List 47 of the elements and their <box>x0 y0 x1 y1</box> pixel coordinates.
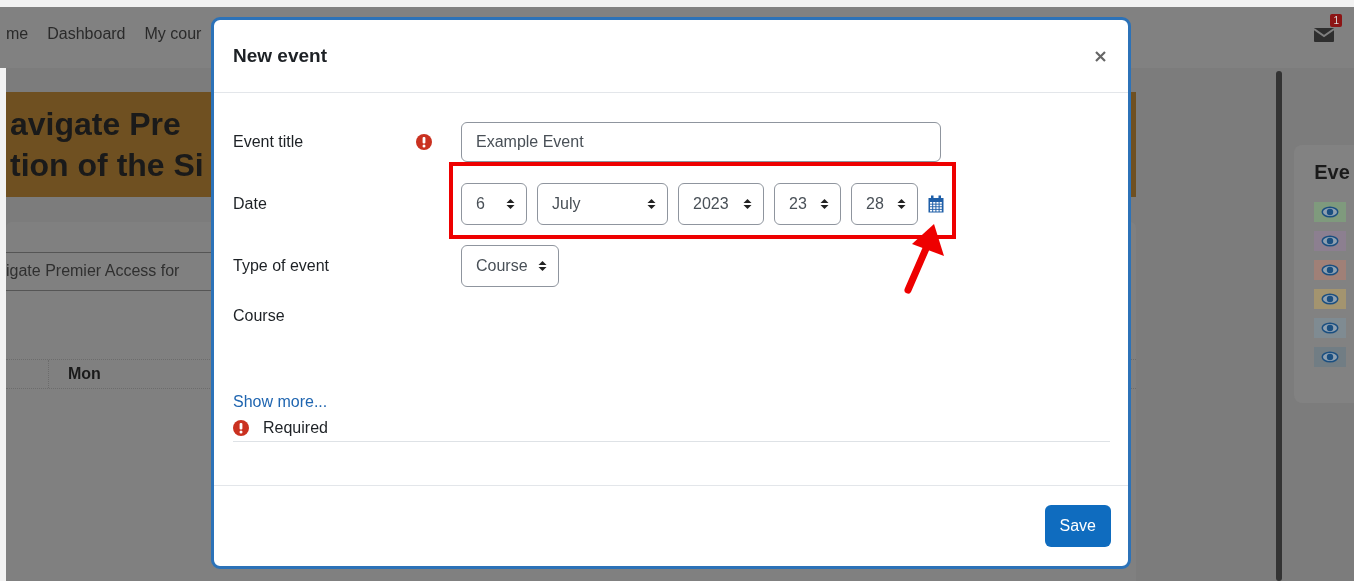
course-title: avigate Pre <box>10 104 181 144</box>
event-filter-toggle[interactable] <box>1314 289 1347 309</box>
required-legend: Required <box>263 419 328 437</box>
weekday-header: Mon <box>67 365 101 383</box>
date-select[interactable]: 23 <box>774 183 841 225</box>
required-icon <box>416 134 432 150</box>
eye-icon <box>1321 206 1340 218</box>
envelope-icon[interactable] <box>1314 25 1334 42</box>
dialog-title: New event <box>233 45 327 67</box>
event-type-select[interactable]: Course <box>461 245 559 287</box>
date-select[interactable]: 6 <box>461 183 527 225</box>
event-filter-toggle[interactable] <box>1314 318 1347 338</box>
updown-arrows-icon <box>897 198 906 210</box>
nav-link[interactable]: me <box>6 24 29 43</box>
event-filter-toggle[interactable] <box>1314 231 1347 251</box>
field-label: Event title <box>233 133 305 151</box>
show-more-link[interactable]: Show more... <box>233 393 1110 411</box>
nav-link[interactable]: Dashboard <box>47 24 126 43</box>
field-label: Date <box>233 195 268 213</box>
notification-badge: 1 <box>1330 13 1342 27</box>
event-filter-toggle[interactable] <box>1314 347 1347 367</box>
event-filter-toggle[interactable] <box>1314 202 1347 222</box>
date-select[interactable]: 2023 <box>678 183 764 225</box>
eye-icon <box>1321 322 1340 334</box>
date-select[interactable]: 28 <box>851 183 918 225</box>
scrollbar[interactable] <box>1276 71 1283 581</box>
field-label: Course <box>233 307 286 325</box>
course-title: tion of the Si <box>10 145 204 185</box>
eye-icon <box>1321 351 1340 363</box>
event-filter-toggle[interactable] <box>1314 260 1347 280</box>
calendar-icon[interactable] <box>928 195 944 213</box>
updown-arrows-icon <box>647 198 656 210</box>
nav-link[interactable]: My cour <box>144 24 202 43</box>
save-button[interactable]: Save <box>1044 505 1111 547</box>
date-select[interactable]: July <box>537 183 668 225</box>
panel-title: Eve <box>1314 161 1351 184</box>
updown-arrows-icon <box>537 260 547 272</box>
event-title-field[interactable]: Example Event <box>461 122 941 162</box>
updown-arrows-icon <box>506 198 515 210</box>
field-label: Type of event <box>233 257 331 275</box>
close-button[interactable] <box>1093 48 1108 64</box>
required-icon <box>233 420 249 436</box>
eye-icon <box>1321 264 1340 276</box>
updown-arrows-icon <box>743 198 752 210</box>
eye-icon <box>1321 235 1340 247</box>
updown-arrows-icon <box>820 198 829 210</box>
eye-icon <box>1321 293 1340 305</box>
